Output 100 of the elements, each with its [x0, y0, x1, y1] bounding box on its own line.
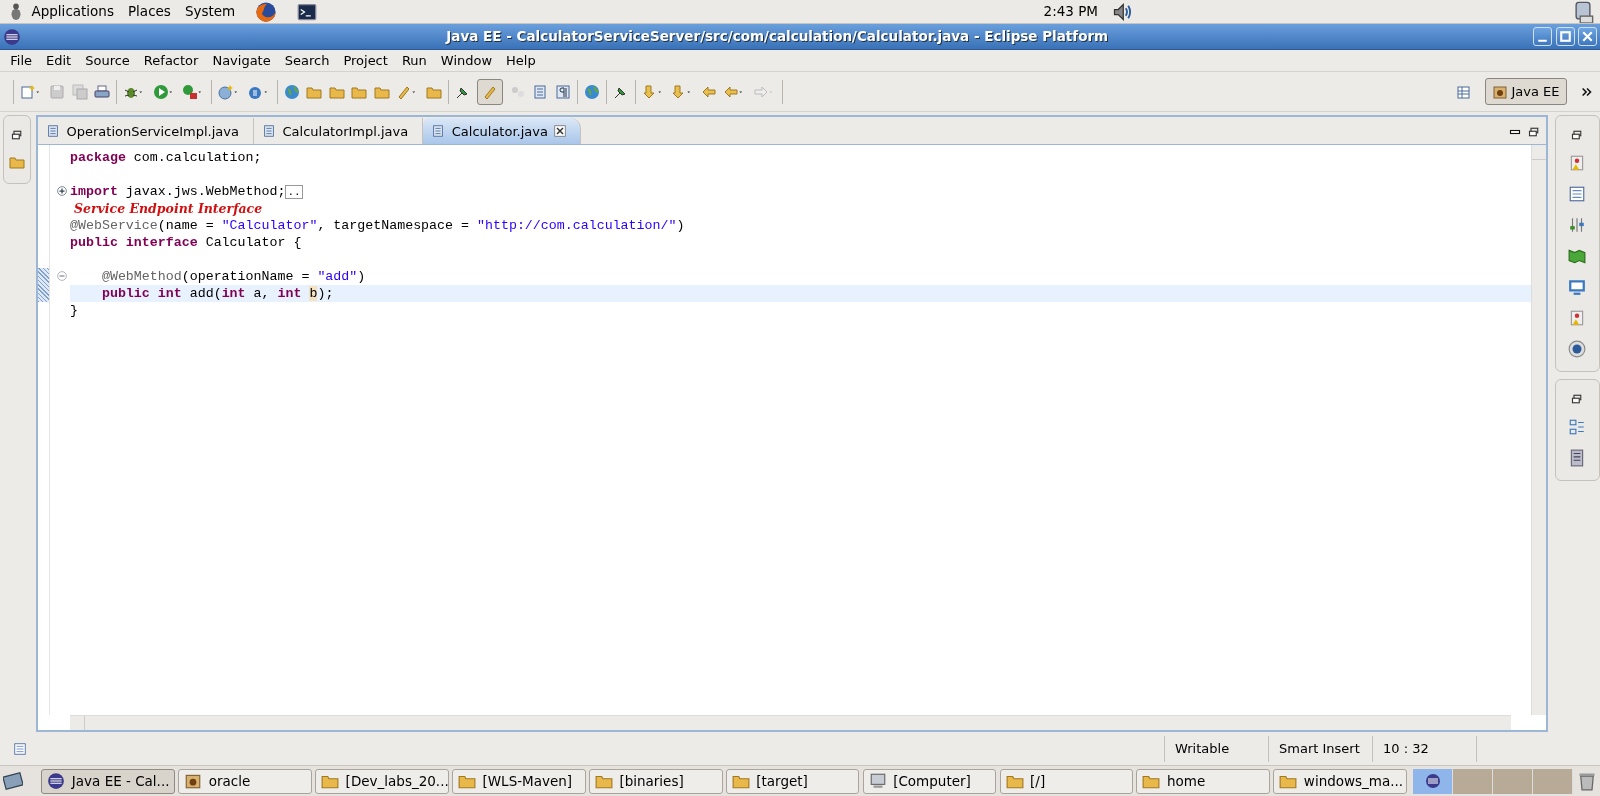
code-token: int	[221, 285, 246, 301]
menu-item[interactable]: Source	[78, 50, 137, 71]
code-token: "add"	[317, 268, 358, 284]
perspective-button[interactable]: Java EE	[1485, 77, 1567, 106]
taskbar-button[interactable]: [binaries]	[588, 768, 723, 794]
code-token: (operationName =	[181, 268, 311, 284]
package-icon	[184, 772, 203, 790]
eclipse-icon[interactable]	[3, 27, 22, 46]
info-icon[interactable]	[1568, 340, 1587, 359]
code-token: }	[70, 302, 78, 318]
code-token: )	[676, 217, 685, 233]
taskbar-button[interactable]: windows_ma...	[1273, 768, 1407, 794]
taskbar-button[interactable]: [WLS-Maven]	[452, 768, 586, 794]
status-field: 10 : 32	[1383, 738, 1429, 759]
code-token: package	[70, 149, 126, 165]
sliders-icon[interactable]	[1568, 216, 1587, 235]
workspace-switcher[interactable]	[1453, 768, 1494, 794]
code-token: Calculator {	[204, 234, 302, 250]
handwritten-note: Service Endpoint Interface	[74, 200, 263, 216]
restore-icon[interactable]	[11, 129, 24, 142]
editor-tab[interactable]: Calculator.java	[423, 118, 582, 145]
code-token: )	[357, 268, 366, 284]
workspace-switcher[interactable]	[1493, 768, 1534, 794]
terminal-icon[interactable]	[296, 1, 317, 22]
menu-item[interactable]: File	[3, 50, 39, 71]
menu-item[interactable]: Navigate	[205, 50, 278, 71]
change-marker	[38, 267, 49, 285]
clock[interactable]: 2:43 PM	[1036, 1, 1105, 22]
document-icon	[431, 124, 446, 139]
printer-icon[interactable]	[94, 83, 110, 100]
code-token: com.calculation;	[132, 149, 262, 165]
restore-icon[interactable]	[1571, 392, 1584, 405]
code-token: @WebMethod	[100, 268, 182, 284]
minimize-button[interactable]	[1533, 27, 1553, 46]
code-token: , targetNamespace =	[317, 217, 470, 233]
window-title: Java EE - CalculatorServiceServer/src/com/calculation/Calculator.java - Eclipse Platform	[446, 28, 1109, 45]
menu-item[interactable]: Help	[499, 50, 543, 71]
code-token: public interface	[70, 234, 198, 250]
status-field: Smart Insert	[1279, 738, 1360, 759]
map-icon[interactable]	[1568, 247, 1587, 266]
grid-icon[interactable]	[1456, 83, 1473, 100]
browser-icon[interactable]	[255, 0, 278, 23]
restore-icon[interactable]	[1527, 125, 1540, 138]
play-icon[interactable]	[152, 83, 169, 100]
code-token: a,	[252, 285, 271, 301]
desktop-icon[interactable]	[3, 771, 24, 791]
menu-item[interactable]: Project	[336, 50, 395, 71]
code-token: @WebService	[70, 217, 158, 233]
speaker-icon[interactable]	[1111, 1, 1132, 22]
taskbar-button[interactable]: [target]	[725, 768, 860, 794]
close-icon[interactable]	[554, 125, 567, 138]
restore-icon[interactable]	[1571, 129, 1584, 142]
pilcrow-icon[interactable]	[554, 83, 571, 100]
taskbar-button[interactable]: home	[1136, 768, 1271, 794]
taskbar-button[interactable]: [/]	[999, 768, 1134, 794]
workspace-switcher[interactable]	[1413, 768, 1454, 794]
menu-item[interactable]: Window	[433, 50, 500, 71]
code-token: int	[277, 285, 303, 301]
menu-item[interactable]: Edit	[39, 50, 79, 71]
folder-icon[interactable]	[9, 154, 26, 171]
panel-menu[interactable]: Places	[120, 1, 178, 22]
outline-icon[interactable]	[1568, 417, 1587, 436]
taskbar-button[interactable]: oracle	[178, 768, 312, 794]
horizontal-scrollbar[interactable]	[70, 715, 1511, 730]
code-token: b	[309, 285, 318, 301]
package-icon	[1492, 83, 1509, 100]
list-icon[interactable]	[1568, 185, 1587, 204]
taskbar-button[interactable]: Java EE - Cal...	[41, 768, 175, 794]
taskbar-button[interactable]: [Computer]	[862, 768, 997, 794]
document-icon[interactable]	[532, 83, 548, 100]
globe-icon[interactable]	[283, 83, 300, 100]
code-token: "http://com.calculation/"	[477, 217, 677, 233]
monitor-icon[interactable]	[1568, 278, 1587, 297]
eclipse-icon	[1425, 773, 1441, 789]
code-token: ..	[285, 184, 303, 199]
change-marker	[38, 284, 49, 302]
code-token: public int	[100, 285, 182, 301]
panel-menu[interactable]: System	[177, 1, 243, 22]
expand-icon[interactable]	[56, 186, 67, 196]
maximize-button[interactable]	[1555, 27, 1575, 46]
code-token: add(	[188, 285, 222, 301]
menu-item[interactable]: Search	[277, 50, 337, 71]
computer-icon	[868, 772, 887, 790]
collapse-icon[interactable]	[56, 271, 67, 281]
taskbar-button[interactable]: [Dev_labs_20...	[315, 768, 449, 794]
workspace-switcher[interactable]	[1533, 768, 1574, 794]
menu-item[interactable]: Refactor	[136, 50, 206, 71]
code-token: (name =	[157, 217, 215, 233]
panel-menu[interactable]: Applications	[24, 1, 121, 22]
run-icon[interactable]	[182, 83, 198, 100]
code-token: javax.jws.WebMethod;	[124, 183, 286, 199]
vertical-scrollbar[interactable]	[1531, 145, 1546, 715]
globe-icon[interactable]	[583, 83, 600, 100]
code-token: import	[70, 183, 118, 199]
new-file-icon[interactable]	[19, 83, 36, 100]
document-icon	[262, 124, 276, 139]
code-token: );	[317, 285, 334, 301]
close-button[interactable]	[1577, 27, 1597, 46]
menu-item[interactable]: Run	[394, 50, 434, 71]
list-icon[interactable]	[13, 741, 27, 756]
